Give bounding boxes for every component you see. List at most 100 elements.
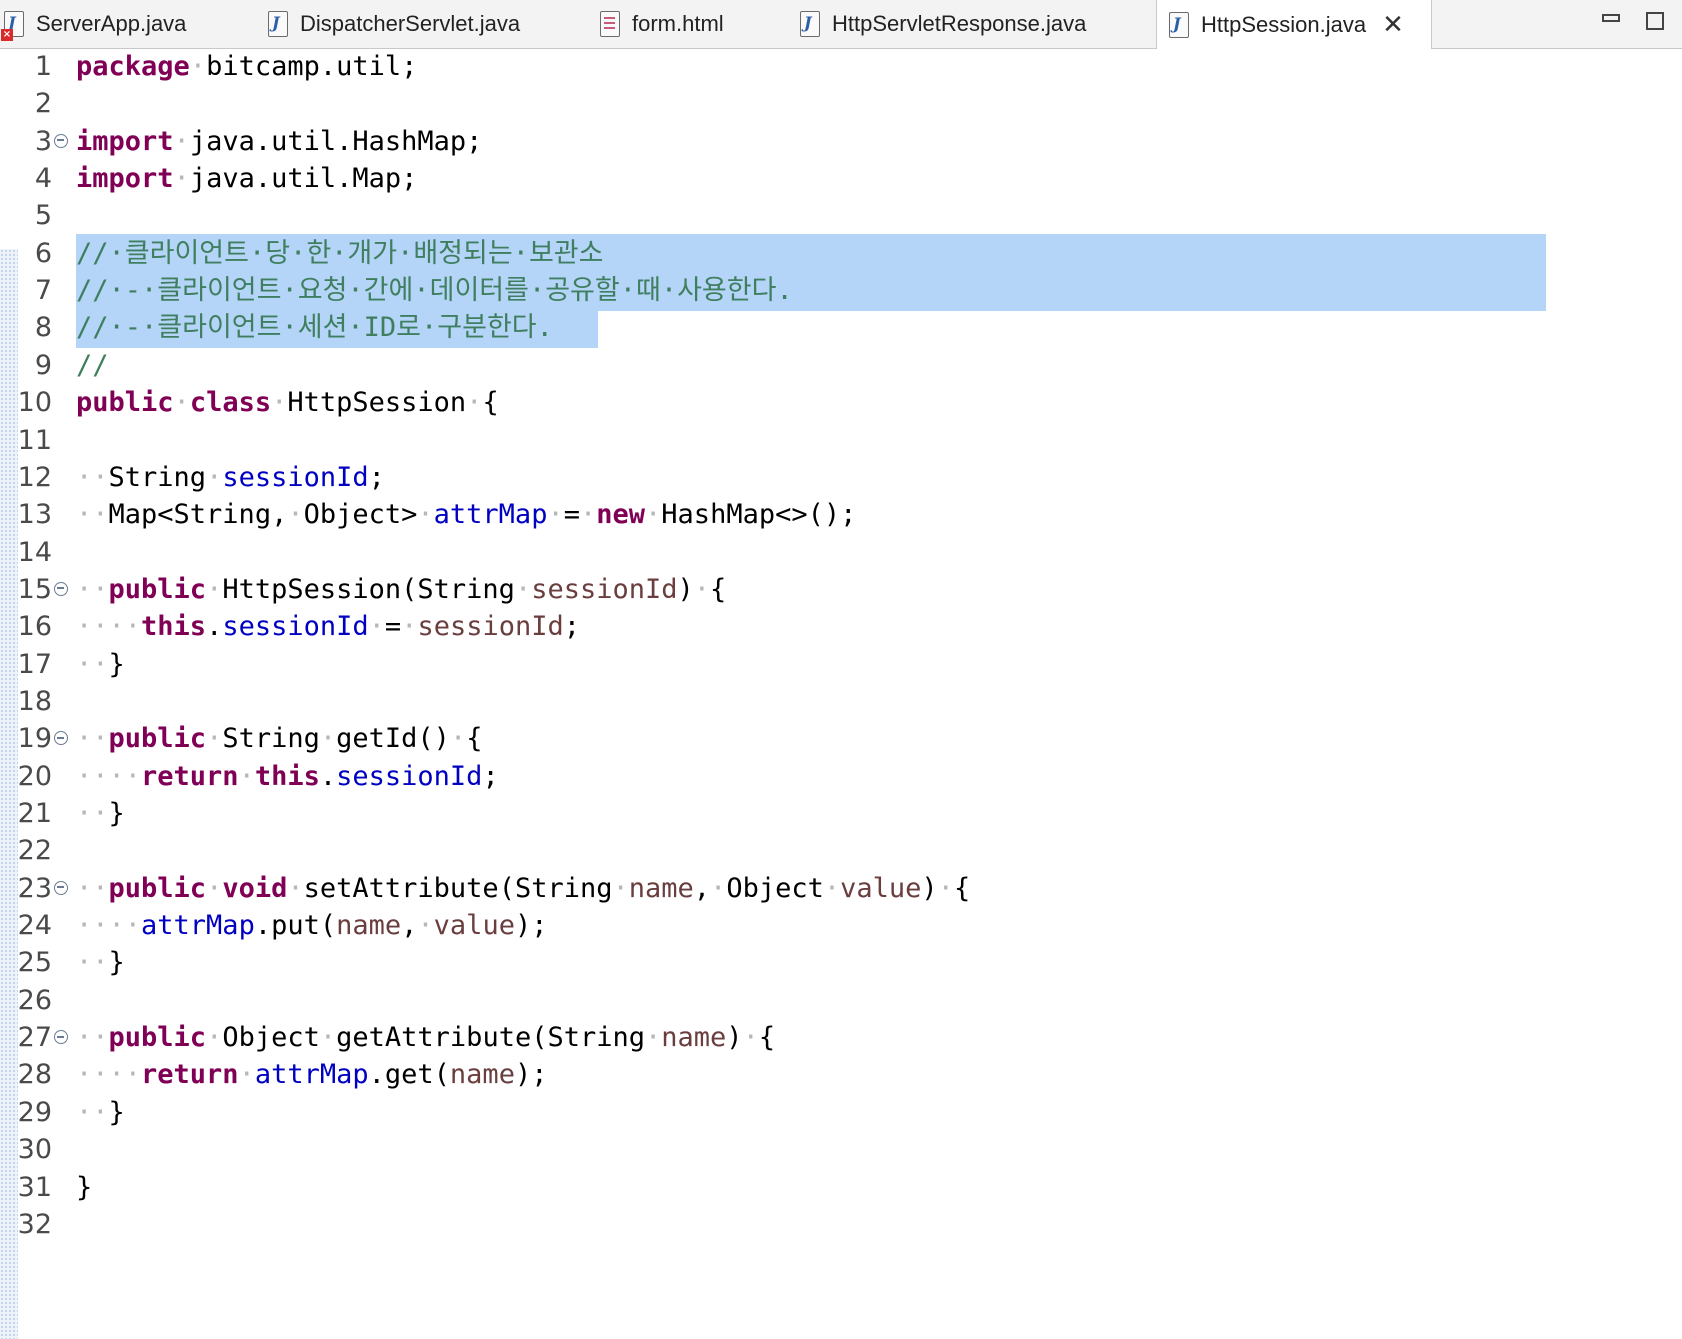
- code-token: {: [482, 387, 499, 419]
- code-line[interactable]: 11: [0, 421, 1682, 461]
- code-token: java.util.Map;: [189, 163, 418, 195]
- code-token: //·-·클라이언트·요청·간에·데이터를·공유할·때·사용한다.: [76, 275, 793, 307]
- code-line[interactable]: 8 //·-·클라이언트·세션·ID로·구분한다.: [0, 308, 1682, 349]
- code-token: ····: [76, 760, 142, 792]
- code-line[interactable]: 21 ··}: [0, 794, 1682, 834]
- line-number: 1: [34, 51, 52, 82]
- code-text: import·java.util.HashMap;: [76, 122, 482, 162]
- java-file-error-icon: J ×: [1, 11, 24, 41]
- tab-form-html[interactable]: form.html: [600, 0, 780, 48]
- code-token: ·: [206, 461, 223, 493]
- tab-dispatcherservlet[interactable]: J DispatcherServlet.java: [268, 0, 568, 48]
- code-token: ·: [173, 163, 190, 195]
- fold-collapse-icon[interactable]: [54, 1030, 68, 1045]
- code-line[interactable]: 7 //·-·클라이언트·요청·간에·데이터를·공유할·때·사용한다.: [0, 271, 1682, 312]
- code-token: public: [108, 723, 207, 755]
- line-number: 15: [17, 573, 52, 605]
- minimize-icon[interactable]: [1602, 14, 1620, 22]
- code-token: void: [222, 872, 288, 904]
- code-line[interactable]: 1 package·bitcamp.util;: [0, 47, 1682, 87]
- code-line[interactable]: 19 ··public·String·getId()·{: [0, 719, 1682, 759]
- code-line[interactable]: 2: [0, 84, 1682, 124]
- code-line[interactable]: 27 ··public·Object·getAttribute(String·na…: [0, 1018, 1682, 1058]
- code-line[interactable]: 20 ····return·this.sessionId;: [0, 757, 1682, 797]
- code-token: ·: [206, 872, 223, 904]
- code-line[interactable]: 24 ····attrMap.put(name,·value);: [0, 906, 1682, 946]
- line-number: 30: [17, 1134, 52, 1166]
- code-token: sessionId: [336, 760, 483, 792]
- tab-label: HttpSession.java: [1201, 11, 1367, 37]
- code-token: ·: [547, 499, 564, 531]
- code-token: ·: [937, 872, 954, 904]
- code-line[interactable]: 30: [0, 1130, 1682, 1170]
- code-token: ··: [76, 1022, 109, 1054]
- fold-collapse-icon[interactable]: [54, 731, 68, 746]
- tab-httpsession[interactable]: J HttpSession.java ✕: [1156, 0, 1432, 49]
- code-text: //: [76, 346, 109, 386]
- line-number: 9: [34, 349, 52, 381]
- java-file-icon: J: [1169, 11, 1189, 38]
- code-token: ): [677, 573, 694, 605]
- code-line[interactable]: 3 import·java.util.HashMap;: [0, 122, 1682, 162]
- code-token: ·: [173, 387, 190, 419]
- code-line[interactable]: 12 ··String·sessionId;: [0, 458, 1682, 498]
- code-token: ;: [563, 611, 581, 643]
- line-number: 26: [17, 984, 52, 1016]
- code-token: ·: [466, 387, 483, 419]
- code-token: public: [108, 1022, 207, 1054]
- maximize-icon[interactable]: [1646, 12, 1664, 30]
- line-number: 27: [17, 1022, 52, 1054]
- code-line[interactable]: 32: [0, 1205, 1682, 1245]
- code-token: new: [596, 499, 646, 531]
- line-number: 24: [17, 910, 52, 942]
- code-token: ··: [76, 461, 109, 493]
- code-token: ·: [368, 611, 385, 643]
- code-line[interactable]: 13 ··Map<String,·Object>·attrMap·=·new·Ha…: [0, 495, 1682, 535]
- code-token: ·: [742, 1022, 759, 1054]
- code-line[interactable]: 17 ··}: [0, 645, 1682, 685]
- close-tab-icon[interactable]: ✕: [1382, 12, 1404, 38]
- code-token: }: [76, 1171, 93, 1203]
- fold-collapse-icon[interactable]: [54, 133, 68, 148]
- code-line[interactable]: 4 import·java.util.Map;: [0, 159, 1682, 199]
- code-text: ··public·Object·getAttribute(String·name…: [76, 1018, 775, 1058]
- code-token: name: [449, 1059, 515, 1091]
- tab-httpservletresponse[interactable]: J HttpServletResponse.java: [800, 0, 1140, 48]
- fold-collapse-icon[interactable]: [54, 581, 68, 596]
- code-token: ;: [482, 760, 499, 792]
- code-text: package·bitcamp.util;: [76, 47, 417, 87]
- fold-collapse-icon[interactable]: [54, 880, 68, 895]
- code-token: ·: [514, 573, 532, 605]
- code-text: ····return·attrMap.get(name);: [76, 1055, 547, 1095]
- code-line[interactable]: 15 ··public·HttpSession(String·sessionId)…: [0, 570, 1682, 610]
- code-line[interactable]: 14: [0, 533, 1682, 573]
- code-token: this: [141, 611, 207, 643]
- code-line[interactable]: 10 public·class·HttpSession·{: [0, 383, 1682, 423]
- code-line[interactable]: 6 //·클라이언트·당·한·개가·배정되는·보관소: [0, 233, 1682, 274]
- code-line[interactable]: 18: [0, 682, 1682, 722]
- code-line[interactable]: 9 //: [0, 346, 1682, 386]
- code-token: Object: [726, 872, 824, 904]
- tab-serverapp[interactable]: J × ServerApp.java: [1, 0, 244, 48]
- code-token: ;: [368, 461, 385, 493]
- code-line[interactable]: 23 ··public·void·setAttribute(String·name…: [0, 869, 1682, 909]
- code-token: .put(: [254, 910, 337, 942]
- code-line[interactable]: 5: [0, 196, 1682, 236]
- code-token: HttpSession(String: [222, 573, 515, 605]
- code-line[interactable]: 28 ····return·attrMap.get(name);: [0, 1055, 1682, 1095]
- code-line[interactable]: 26: [0, 981, 1682, 1021]
- code-line[interactable]: 16 ····this.sessionId·=·sessionId;: [0, 607, 1682, 647]
- code-line[interactable]: 31}: [0, 1168, 1682, 1208]
- code-line[interactable]: 29 ··}: [0, 1093, 1682, 1133]
- code-token: ·: [287, 499, 304, 531]
- code-token: this: [254, 760, 320, 792]
- line-number: 23: [17, 872, 52, 904]
- code-line[interactable]: 22: [0, 831, 1682, 871]
- code-line[interactable]: 25 ··}: [0, 943, 1682, 983]
- code-token: HashMap<>();: [661, 499, 857, 531]
- code-editor[interactable]: 1 package·bitcamp.util; 2 3 import·java.util…: [0, 47, 1682, 1339]
- code-token: value: [840, 872, 922, 904]
- code-text: public·class·HttpSession·{: [76, 383, 499, 423]
- code-token: class: [189, 387, 272, 419]
- line-number: 20: [17, 760, 52, 792]
